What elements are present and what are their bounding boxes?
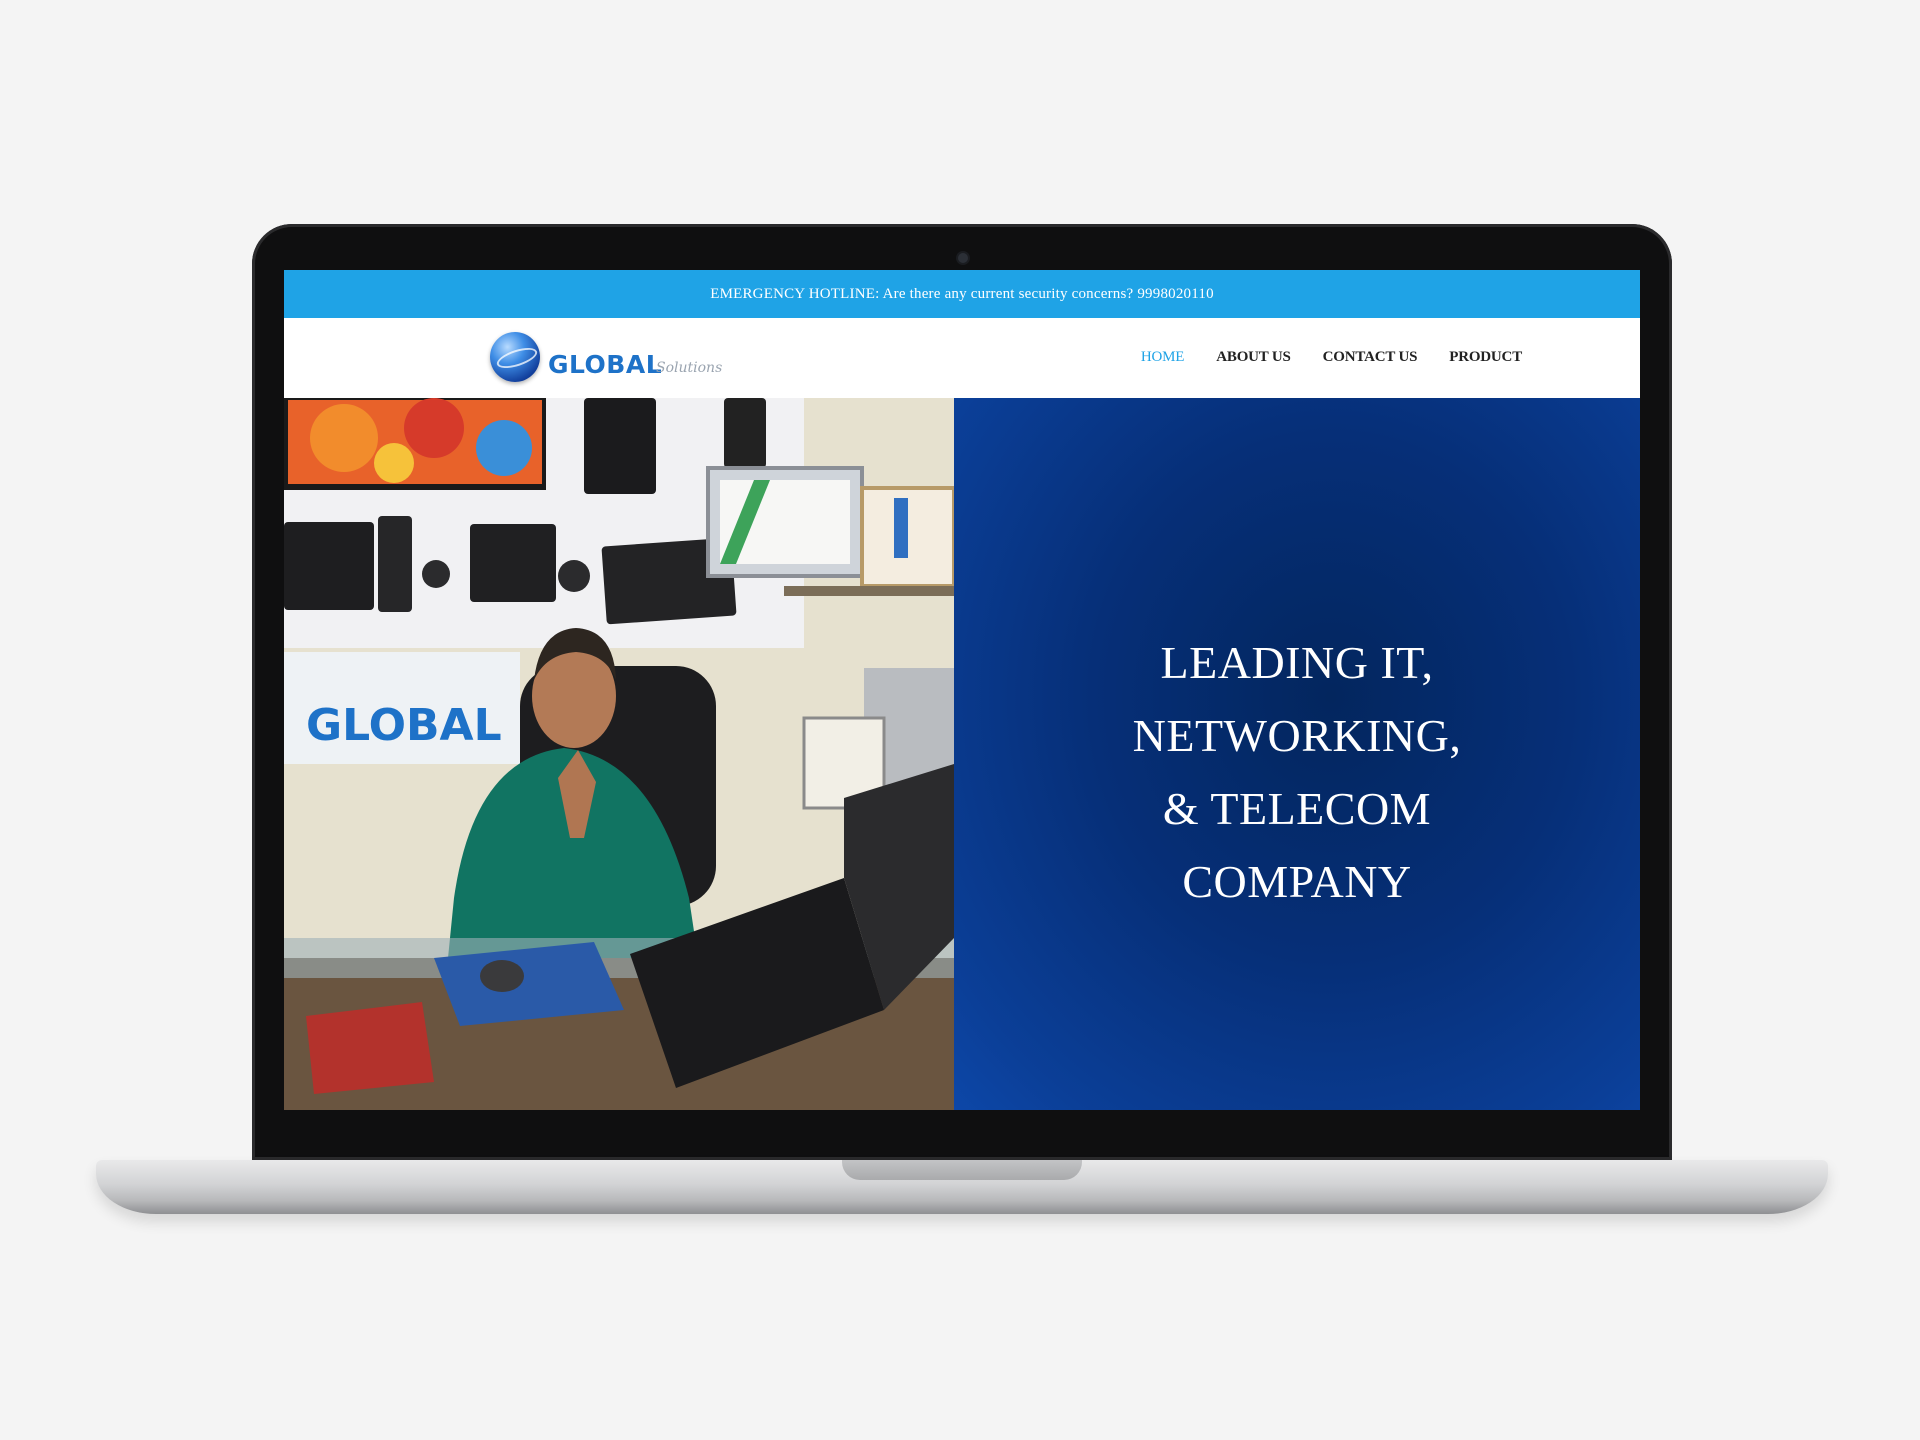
emergency-hotline-banner: EMERGENCY HOTLINE: Are there any current… bbox=[284, 270, 1640, 318]
hero-line: NETWORKING, bbox=[1132, 710, 1462, 761]
nav-contact-us[interactable]: CONTACT US bbox=[1323, 349, 1418, 366]
hero-line: COMPANY bbox=[1182, 856, 1412, 907]
hero-line: & TELECOM bbox=[1162, 783, 1432, 834]
site-header: GLOBAL Solutions HOME ABOUT US CONTACT U… bbox=[284, 318, 1640, 398]
office-photo: GLOBAL bbox=[284, 398, 954, 1110]
nav-home[interactable]: HOME bbox=[1141, 349, 1185, 366]
logo-tagline: Solutions bbox=[656, 360, 723, 376]
site-logo[interactable]: GLOBAL Solutions bbox=[490, 326, 730, 392]
hero-headline-panel: LEADING IT, NETWORKING, & TELECOM COMPAN… bbox=[954, 398, 1640, 1110]
logo-wordmark: GLOBAL bbox=[548, 350, 663, 379]
hero-section: GLOBAL LEADING IT, NETWORKING, & TELECOM… bbox=[284, 398, 1640, 1110]
nav-product[interactable]: PRODUCT bbox=[1449, 349, 1522, 366]
main-navigation: HOME ABOUT US CONTACT US PRODUCT bbox=[1141, 349, 1522, 366]
webcam-icon bbox=[958, 253, 968, 263]
laptop-opening-notch bbox=[842, 1160, 1082, 1180]
hero-headline: LEADING IT, NETWORKING, & TELECOM COMPAN… bbox=[954, 626, 1640, 918]
laptop-screen: EMERGENCY HOTLINE: Are there any current… bbox=[284, 270, 1640, 1110]
globe-icon bbox=[490, 332, 540, 382]
nav-about-us[interactable]: ABOUT US bbox=[1216, 349, 1291, 366]
wall-sign-text: GLOBAL bbox=[306, 700, 502, 751]
hero-line: LEADING IT, bbox=[1160, 637, 1434, 688]
